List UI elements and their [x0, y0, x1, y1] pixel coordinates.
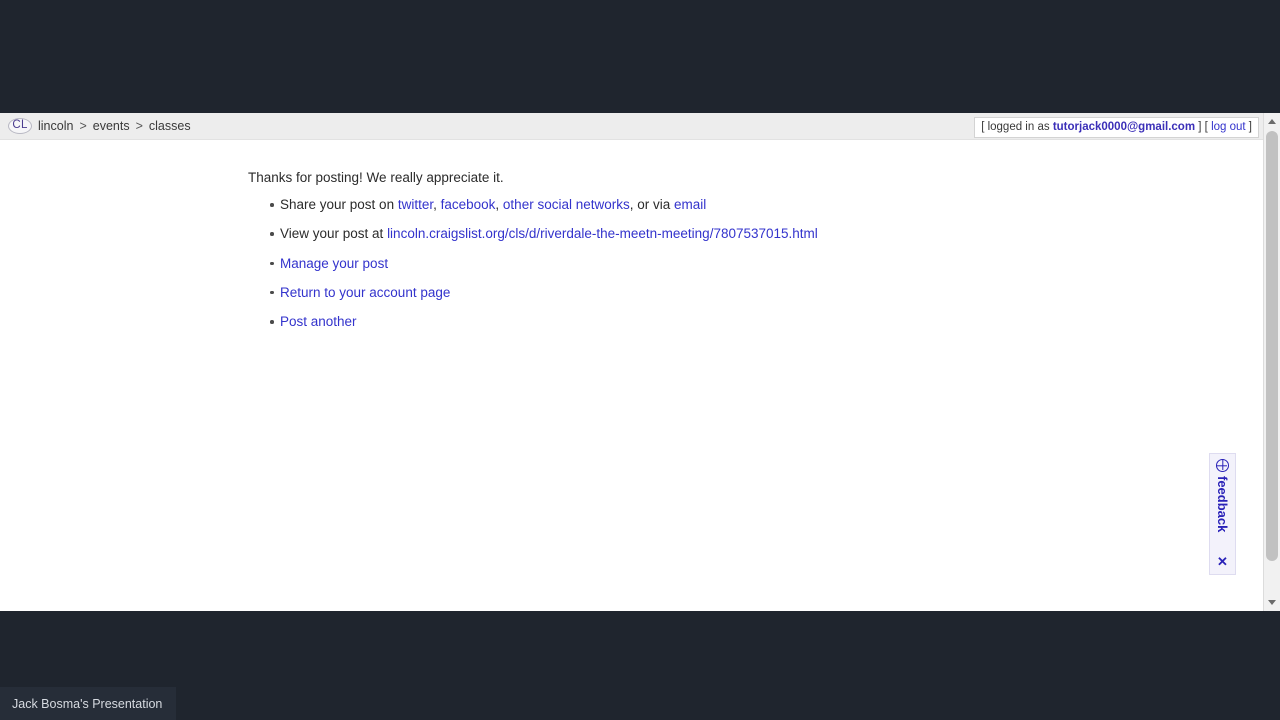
share-sep-1: ,	[433, 197, 441, 212]
thanks-message: Thanks for posting! We really appreciate…	[248, 170, 504, 185]
chevron-up-icon	[1268, 119, 1276, 124]
view-post-prefix-text: View your post at	[280, 226, 388, 242]
feedback-widget[interactable]: feedback ✕	[1209, 453, 1236, 575]
share-other-social-networks-link[interactable]: other social networks	[503, 197, 630, 212]
chevron-down-icon	[1268, 600, 1276, 605]
craigslist-header-bar: CL lincoln > events > classes [ logged i…	[0, 113, 1280, 140]
view-post-url-link[interactable]: lincoln.craigslist.org/cls/d/riverdale-t…	[387, 226, 818, 241]
vertical-scrollbar[interactable]	[1263, 113, 1280, 611]
taskbar-item-label: Jack Bosma's Presentation	[12, 696, 163, 711]
list-item-view-post: View your post at lincoln.craigslist.org…	[248, 219, 818, 248]
scrollbar-thumb[interactable]	[1266, 131, 1278, 561]
post-actions-list: Share your post on twitter, facebook, ot…	[248, 190, 818, 336]
feedback-text: feedback	[1215, 476, 1230, 533]
list-item-post-another: Post another	[248, 307, 818, 336]
share-facebook-link[interactable]: facebook	[441, 197, 496, 212]
browser-page-viewport: CL lincoln > events > classes [ logged i…	[0, 113, 1280, 611]
breadcrumb-item-lincoln[interactable]: lincoln	[38, 119, 73, 133]
breadcrumb-separator: >	[79, 119, 87, 133]
share-sep-2: ,	[495, 197, 503, 212]
share-prefix-text: Share your post on	[280, 197, 398, 212]
logged-in-status-box: [ logged in as tutorjack0000@gmail.com ]…	[974, 117, 1259, 139]
page-content: Thanks for posting! We really appreciate…	[0, 140, 1258, 611]
feedback-label-vertical[interactable]: feedback	[1215, 459, 1230, 533]
logged-in-suffix: ]	[1248, 121, 1252, 133]
close-icon[interactable]: ✕	[1217, 555, 1228, 568]
breadcrumb-item-classes[interactable]: classes	[149, 119, 191, 133]
globe-icon	[1216, 459, 1229, 472]
taskbar-item-presentation[interactable]: Jack Bosma's Presentation	[0, 687, 177, 720]
logged-in-email: tutorjack0000@gmail.com	[1052, 121, 1196, 133]
share-sep-3: , or via	[629, 197, 674, 212]
logged-in-prefix: [ logged in as	[981, 121, 1050, 133]
share-email-link[interactable]: email	[674, 197, 706, 212]
breadcrumb-item-events[interactable]: events	[93, 119, 130, 133]
post-another-link[interactable]: Post another	[280, 314, 357, 329]
list-item-share: Share your post on twitter, facebook, ot…	[248, 190, 818, 219]
breadcrumb: CL lincoln > events > classes	[8, 118, 191, 134]
return-to-account-page-link[interactable]: Return to your account page	[280, 285, 450, 300]
manage-your-post-link[interactable]: Manage your post	[280, 256, 388, 271]
breadcrumb-separator: >	[135, 119, 143, 133]
list-item-account-page: Return to your account page	[248, 278, 818, 307]
log-out-link[interactable]: log out	[1211, 121, 1246, 133]
logged-in-middle: ] [	[1198, 121, 1208, 133]
list-item-manage-post: Manage your post	[248, 249, 818, 278]
scroll-up-button[interactable]	[1264, 113, 1280, 130]
craigslist-logo-icon[interactable]: CL	[8, 118, 32, 134]
share-twitter-link[interactable]: twitter	[398, 197, 433, 212]
scroll-down-button[interactable]	[1264, 594, 1280, 611]
